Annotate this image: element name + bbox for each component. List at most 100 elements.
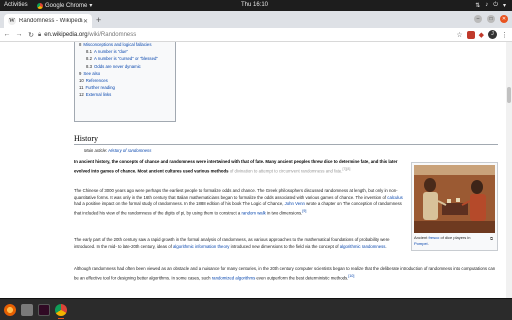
hatnote-link[interactable]: History of randomness [108, 148, 151, 153]
toc-item[interactable]: 8.1 A number is "due" [79, 48, 171, 55]
p1-reference[interactable]: [7][8] [342, 167, 350, 171]
toc-item-link[interactable]: Odds are never dynamic [94, 64, 141, 69]
back-button[interactable]: ← [2, 31, 12, 38]
figure-caption: Ancient fresco of dice players in Pompei… [414, 235, 486, 246]
firefox-icon[interactable] [4, 304, 16, 316]
paragraph-2: The Chinese of 3000 years ago were perha… [74, 188, 406, 217]
random-walk-link[interactable]: random walk [241, 210, 265, 215]
caption-text-a: Ancient [414, 235, 429, 240]
clock[interactable]: Thu 16:10 [241, 2, 268, 8]
enlarge-icon[interactable]: ⧉ [490, 236, 493, 241]
extension-puzzle-icon[interactable]: ◆ [479, 31, 484, 39]
tab-strip: W Randomness - Wikipedia ✕ + – □ ✕ [0, 11, 512, 28]
url-path: /wiki/Randomness [87, 32, 137, 38]
fresco-painting-graphic [414, 165, 495, 233]
terminal-icon[interactable] [38, 304, 50, 316]
toc-item-link[interactable]: External links [86, 92, 112, 97]
activities-button[interactable]: Activities [4, 2, 28, 8]
network-icon: ⇅ [475, 3, 481, 9]
toc-item-link[interactable]: Misconceptions and logical fallacies [83, 42, 151, 47]
bookmark-star-icon[interactable]: ☆ [456, 31, 462, 39]
new-tab-button[interactable]: + [96, 15, 101, 25]
toc-item-link[interactable]: A number is "due" [94, 49, 128, 54]
page-content: 8 Misconceptions and logical fallacies 8.1… [0, 42, 512, 298]
paragraph-1: In ancient history, the concepts of chan… [74, 159, 406, 175]
tab-randomness[interactable]: W Randomness - Wikipedia ✕ [4, 14, 92, 28]
power-icon: ⏻ [493, 2, 498, 8]
caption-text-c: . [427, 240, 429, 246]
address-bar[interactable]: 🔒︎ en.wikipedia.org/wiki/Randomness [38, 30, 438, 40]
p2-text-d: in two dimensions. [265, 210, 303, 216]
toc-item[interactable]: 9 See also [79, 70, 171, 77]
system-tray[interactable]: ⇅ ♪ ⏻ ▾ [475, 2, 506, 9]
chevron-down-icon: ▾ [89, 3, 93, 9]
algorithmic-randomness-link[interactable]: algorithmic randomness [340, 244, 386, 249]
figure-thumbnail: Ancient fresco of dice players in Pompei… [411, 162, 498, 251]
p4-reference[interactable]: [10] [348, 274, 354, 278]
kebab-menu-icon[interactable]: ⋮ [501, 31, 508, 39]
toc-item[interactable]: 8.2 A number is "cursed" or "blessed" [79, 55, 171, 62]
toc-item[interactable]: 11 Further reading [79, 84, 171, 91]
paragraph-4: Although randomness had often been viewe… [74, 266, 498, 282]
toc-item-link[interactable]: A number is "cursed" or "blessed" [94, 56, 158, 61]
maximize-button[interactable]: □ [487, 15, 495, 23]
caption-text-b: of dice players in [439, 235, 471, 240]
scrollbar-thumb[interactable] [507, 87, 511, 103]
p2-text-b: had a positive impact on the formal stud… [74, 201, 285, 207]
reload-button[interactable]: ↻ [26, 31, 36, 39]
toc-item-link[interactable]: References [86, 78, 108, 83]
ait-link[interactable]: algorithmic information theory [173, 244, 229, 249]
toolbar-right: ☆ ◆ J ⋮ [456, 30, 508, 39]
app-menu[interactable]: Google Chrome ▾ [37, 2, 92, 9]
calculus-link[interactable]: calculus [387, 195, 403, 200]
fresco-link[interactable]: fresco [428, 235, 439, 240]
chrome-icon[interactable] [55, 304, 67, 316]
toc-item[interactable]: 10 References [79, 77, 171, 84]
hatnote-prefix: Main article: [84, 148, 109, 153]
close-tab-icon[interactable]: ✕ [83, 18, 88, 25]
toc-item-number: 8.2 [86, 56, 92, 62]
p3-text-b: introduced new dimensions to the field v… [229, 243, 340, 249]
hatnote: Main article: History of randomness [84, 148, 151, 153]
randomized-algorithms-link[interactable]: randomized algorithms [212, 275, 255, 280]
files-icon[interactable] [21, 304, 33, 316]
tab-title: Randomness - Wikipedia [19, 18, 83, 24]
url-domain: en.wikipedia.org [44, 32, 88, 38]
toc-item-number: 8 [79, 42, 82, 47]
p2-reference[interactable]: [9] [302, 209, 306, 213]
wikipedia-favicon: W [8, 17, 16, 25]
app-menu-label: Google Chrome [45, 2, 88, 9]
john-venn-link[interactable]: John Venn [285, 201, 305, 206]
close-window-button[interactable]: ✕ [500, 15, 508, 23]
pompei-link[interactable]: Pompei [414, 241, 428, 246]
section-heading: History [74, 134, 498, 145]
window-controls: – □ ✕ [474, 15, 508, 23]
toc-item[interactable]: 8.3 Odds are never dynamic [79, 63, 171, 70]
forward-button[interactable]: → [14, 31, 24, 38]
p4-text-b: even outperform the best deterministic m… [255, 275, 349, 281]
toc-item-link[interactable]: See also [83, 71, 100, 76]
toc-item-number: 8.1 [86, 49, 92, 55]
system-top-bar: Activities Google Chrome ▾ Thu 16:10 ⇅ ♪… [0, 0, 512, 11]
toc-item-number: 9 [79, 70, 82, 76]
chrome-small-icon [37, 2, 43, 9]
extension-icon[interactable] [466, 30, 475, 39]
p2-text-a: The Chinese of 3000 years ago were perha… [74, 188, 398, 200]
p1-faded-text: of divination to attempt to circumvent r… [228, 168, 343, 174]
toc-item[interactable]: 12 External links [79, 91, 171, 98]
paragraph-3: The early part of the 20th century saw a… [74, 237, 406, 250]
volume-icon: ♪ [485, 2, 489, 8]
minimize-button[interactable]: – [474, 15, 482, 23]
toc-item-number: 10 [79, 78, 84, 84]
toc-item-number: 11 [79, 85, 84, 91]
page-scrollbar[interactable] [506, 42, 512, 298]
profile-avatar[interactable]: J [488, 30, 497, 39]
toc-list: 8 Misconceptions and logical fallacies 8.1… [75, 42, 175, 101]
table-of-contents: 8 Misconceptions and logical fallacies 8.1… [74, 42, 176, 122]
taskbar [0, 298, 512, 320]
chevron-down-icon: ▾ [502, 3, 506, 9]
browser-toolbar: ← → ↻ 🔒︎ en.wikipedia.org/wiki/Randomnes… [0, 28, 512, 42]
running-indicator [58, 318, 64, 319]
toc-item-link[interactable]: Further reading [85, 85, 114, 90]
fresco-image[interactable] [414, 165, 495, 233]
